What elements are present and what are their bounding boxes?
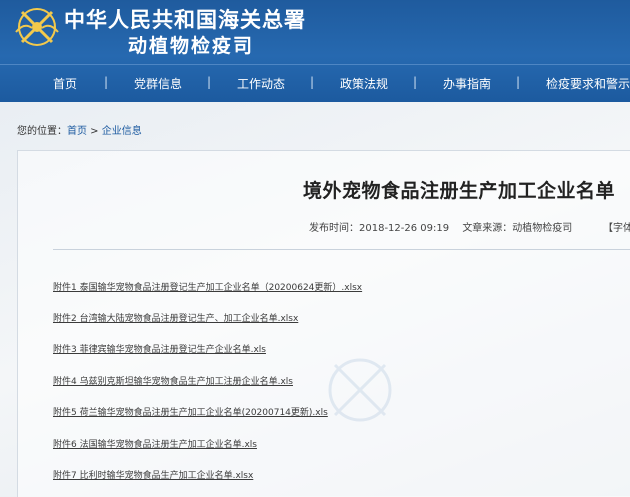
- nav-separator: |: [207, 75, 212, 89]
- nav-item-quarantine[interactable]: 检疫要求和警示信: [546, 75, 630, 92]
- attachment-link[interactable]: 附件1 泰国输华宠物食品注册登记生产加工企业名单（20200624更新）.xls…: [53, 280, 362, 293]
- article-meta: 发布时间：2018-12-26 09:19 文章来源：动植物检疫司: [309, 219, 582, 234]
- breadcrumb: 您的位置：首页 > 企业信息: [17, 122, 142, 137]
- nav-separator: |: [413, 75, 418, 89]
- breadcrumb-home[interactable]: 首页: [67, 126, 87, 137]
- nav-item-policy[interactable]: 政策法规: [340, 75, 388, 92]
- main-nav: 首页 | 党群信息 | 工作动态 | 政策法规 | 办事指南 | 检疫要求和警示…: [0, 64, 630, 103]
- nav-item-home[interactable]: 首页: [53, 75, 77, 92]
- publish-time: 发布时间：2018-12-26 09:19: [309, 223, 450, 234]
- title-divider: [53, 249, 630, 250]
- nav-item-guide[interactable]: 办事指南: [443, 75, 491, 92]
- watermark-emblem-icon: [328, 358, 392, 422]
- nav-separator: |: [310, 75, 315, 89]
- nav-separator: |: [516, 75, 521, 89]
- nav-item-party[interactable]: 党群信息: [134, 75, 182, 92]
- article-title: 境外宠物食品注册生产加工企业名单: [303, 180, 616, 202]
- attachment-link[interactable]: 附件7 比利时输华宠物食品生产加工企业名单.xlsx: [53, 468, 253, 481]
- attachment-link[interactable]: 附件6 法国输华宠物食品注册生产加工企业名单.xls: [53, 437, 257, 450]
- attachment-link[interactable]: 附件5 荷兰输华宠物食品注册生产加工企业名单(20200714更新).xls: [53, 405, 328, 418]
- breadcrumb-current[interactable]: 企业信息: [102, 126, 142, 137]
- article-source: 文章来源：动植物检疫司: [462, 223, 573, 234]
- customs-emblem-icon: [15, 8, 59, 46]
- attachment-link[interactable]: 附件3 菲律宾输华宠物食品注册登记生产企业名单.xls: [53, 342, 266, 355]
- site-subtitle: 动植物检疫司: [128, 35, 255, 57]
- breadcrumb-arrow: >: [87, 126, 102, 137]
- breadcrumb-prefix: 您的位置：: [17, 126, 67, 137]
- attachment-link[interactable]: 附件2 台湾输大陆宠物食品注册登记生产、加工企业名单.xlsx: [53, 311, 298, 324]
- site-header: 中华人民共和国海关总署 动植物检疫司 首页 | 党群信息 | 工作动态 | 政策…: [0, 0, 630, 102]
- attachment-link[interactable]: 附件4 乌兹别克斯坦输华宠物食品生产加工注册企业名单.xls: [53, 374, 293, 387]
- font-size-control[interactable]: 【字体: [603, 219, 630, 234]
- site-title: 中华人民共和国海关总署: [64, 7, 306, 32]
- nav-separator: |: [104, 75, 109, 89]
- nav-item-work[interactable]: 工作动态: [237, 75, 285, 92]
